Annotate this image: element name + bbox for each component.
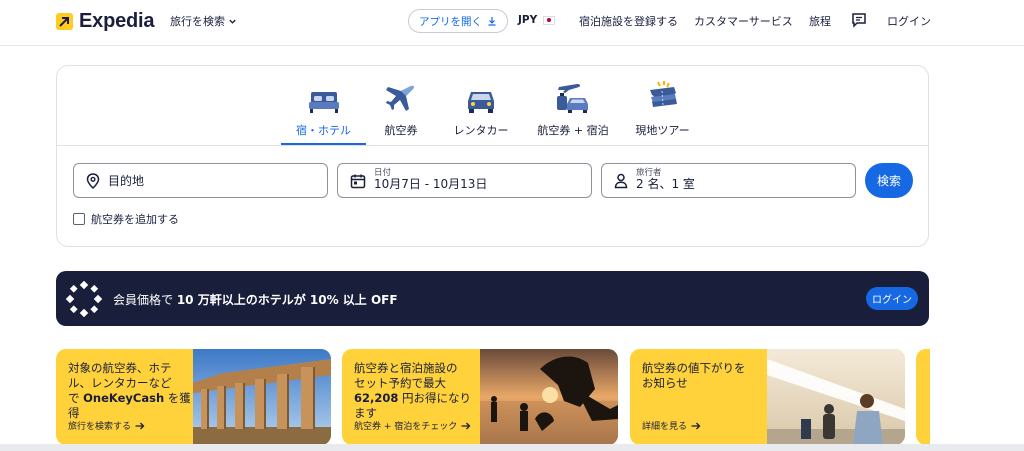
ticket-icon (649, 81, 677, 107)
promo-line-part: を獲 (164, 391, 191, 405)
open-app-button[interactable]: アプリを開く (408, 9, 508, 33)
promo-line-part: で (68, 391, 84, 405)
currency-label: JPY (518, 14, 538, 26)
arrow-right-icon (135, 422, 145, 429)
expedia-logo[interactable]: Expedia (56, 10, 155, 33)
banner-text-part: 会員価格で (113, 293, 177, 307)
add-flight-checkbox-row[interactable]: 航空券を追加する (73, 211, 179, 227)
trip-search-label: 旅行を検索 (170, 15, 225, 28)
promo-line: お知らせ (642, 376, 688, 390)
promo-line-part: 円お得になり (398, 391, 472, 405)
tab-cars-label: レンタカー (453, 124, 509, 137)
product-tabs: 宿・ホテル 航空券 レンタカー 航空券 + 宿泊 現地ツアー (57, 66, 928, 146)
tab-flight-hotel-label: 航空券 + 宿泊 (537, 124, 609, 137)
japan-flag-icon (543, 15, 556, 25)
promo-highlight: OneKeyCash (83, 391, 165, 405)
arrow-right-icon (691, 422, 701, 429)
banner-message: 会員価格で 10 万軒以上のホテルが 10% 以上 OFF (113, 291, 398, 308)
message-icon[interactable] (851, 12, 867, 32)
promo-link[interactable]: 詳細を見る (642, 419, 701, 432)
promo-line: 62,208 円お得になり (354, 391, 471, 406)
tab-stays[interactable]: 宿・ホテル (295, 78, 352, 138)
top-header: Expedia 旅行を検索 アプリを開く JPY 宿泊施設を登録する カスタマー… (0, 0, 1024, 46)
travelers-field[interactable]: 旅行者 2 名、1 室 (601, 163, 856, 198)
promo-line: で OneKeyCash を獲 (68, 391, 191, 406)
add-flight-label: 航空券を追加する (91, 213, 179, 226)
airport-boarding-image (767, 349, 905, 445)
list-property-link[interactable]: 宿泊施設を登録する (579, 13, 678, 29)
trip-search-menu[interactable]: 旅行を検索 (170, 13, 237, 29)
promo-highlight: 62,208 (354, 391, 399, 405)
currency-selector[interactable]: JPY (518, 14, 556, 26)
promo-line: ル、レンタカーなど (68, 376, 172, 390)
promo-text: 対象の航空券、ホテ ル、レンタカーなど で OneKeyCash を獲 得 (68, 361, 191, 421)
promo-text: 航空券と宿泊施設の セット予約で最大 62,208 円お得になり ます (354, 361, 471, 421)
banner-login-button[interactable]: ログイン (866, 287, 918, 310)
destination-input[interactable]: 目的地 (73, 163, 328, 198)
promo-card-price-alerts[interactable]: 航空券の値下がりを お知らせ 詳細を見る (630, 349, 905, 445)
member-badge-icon (65, 280, 103, 321)
greek-temple-image (193, 349, 331, 445)
tab-flights[interactable]: 航空券 (375, 78, 427, 138)
promo-link-label: 航空券 + 宿泊をチェック (354, 422, 458, 432)
destination-placeholder: 目的地 (108, 174, 145, 188)
search-button[interactable]: 検索 (865, 163, 913, 198)
person-icon (614, 173, 628, 189)
tab-flights-label: 航空券 (384, 124, 418, 137)
search-form-card: 宿・ホテル 航空券 レンタカー 航空券 + 宿泊 現地ツアー 目的地 日付 10… (56, 65, 929, 247)
download-icon (488, 17, 496, 26)
flight-hotel-icon (557, 83, 588, 113)
member-price-banner: 会員価格で 10 万軒以上のホテルが 10% 以上 OFF ログイン (56, 271, 929, 326)
promo-card-partial[interactable] (916, 349, 930, 445)
bed-icon (308, 92, 339, 113)
promo-line: 航空券と宿泊施設の (354, 361, 458, 375)
chevron-down-icon (229, 19, 236, 24)
promo-link[interactable]: 旅行を検索する (68, 419, 145, 432)
promo-link-label: 旅行を検索する (68, 422, 132, 432)
customer-service-link[interactable]: カスタマーサービス (694, 13, 793, 29)
tab-flight-hotel[interactable]: 航空券 + 宿泊 (533, 78, 613, 138)
arrow-right-icon (461, 422, 471, 429)
active-tab-indicator (281, 143, 366, 145)
beach-sunset-image (480, 349, 618, 445)
page-bottom-edge (0, 444, 1024, 451)
travelers-field-value: 2 名、1 室 (636, 177, 695, 192)
promo-card-flight-hotel[interactable]: 航空券と宿泊施設の セット予約で最大 62,208 円お得になり ます 航空券 … (342, 349, 618, 445)
promo-line: 航空券の値下がりを (642, 361, 746, 375)
promo-card-onekeycash[interactable]: 対象の航空券、ホテ ル、レンタカーなど で OneKeyCash を獲 得 旅行… (56, 349, 331, 445)
tab-activities-label: 現地ツアー (635, 124, 690, 137)
add-flight-checkbox[interactable] (73, 213, 85, 225)
logo-text: Expedia (79, 10, 155, 32)
expedia-logo-icon (56, 13, 73, 30)
banner-text-bold: 10 万軒以上のホテルが (176, 293, 310, 307)
promo-line: 対象の航空券、ホテ (68, 361, 172, 375)
promo-text: 航空券の値下がりを お知らせ (642, 361, 746, 391)
promo-link[interactable]: 航空券 + 宿泊をチェック (354, 419, 471, 432)
airplane-icon (386, 85, 414, 111)
date-range-field[interactable]: 日付 10月7日 - 10月13日 (337, 163, 592, 198)
open-app-label: アプリを開く (419, 15, 482, 28)
tab-activities[interactable]: 現地ツアー (635, 78, 690, 138)
promo-line: セット予約で最大 (354, 376, 446, 390)
tab-cars[interactable]: レンタカー (451, 78, 511, 138)
date-field-value: 10月7日 - 10月13日 (374, 177, 488, 192)
location-pin-icon (86, 172, 100, 189)
login-link[interactable]: ログイン (887, 13, 931, 29)
tab-stays-label: 宿・ホテル (296, 124, 351, 137)
promo-link-label: 詳細を見る (642, 422, 688, 432)
car-icon (468, 92, 494, 113)
trips-link[interactable]: 旅程 (809, 13, 831, 29)
calendar-icon (350, 173, 366, 189)
banner-text-discount: 10% 以上 OFF (309, 293, 398, 307)
